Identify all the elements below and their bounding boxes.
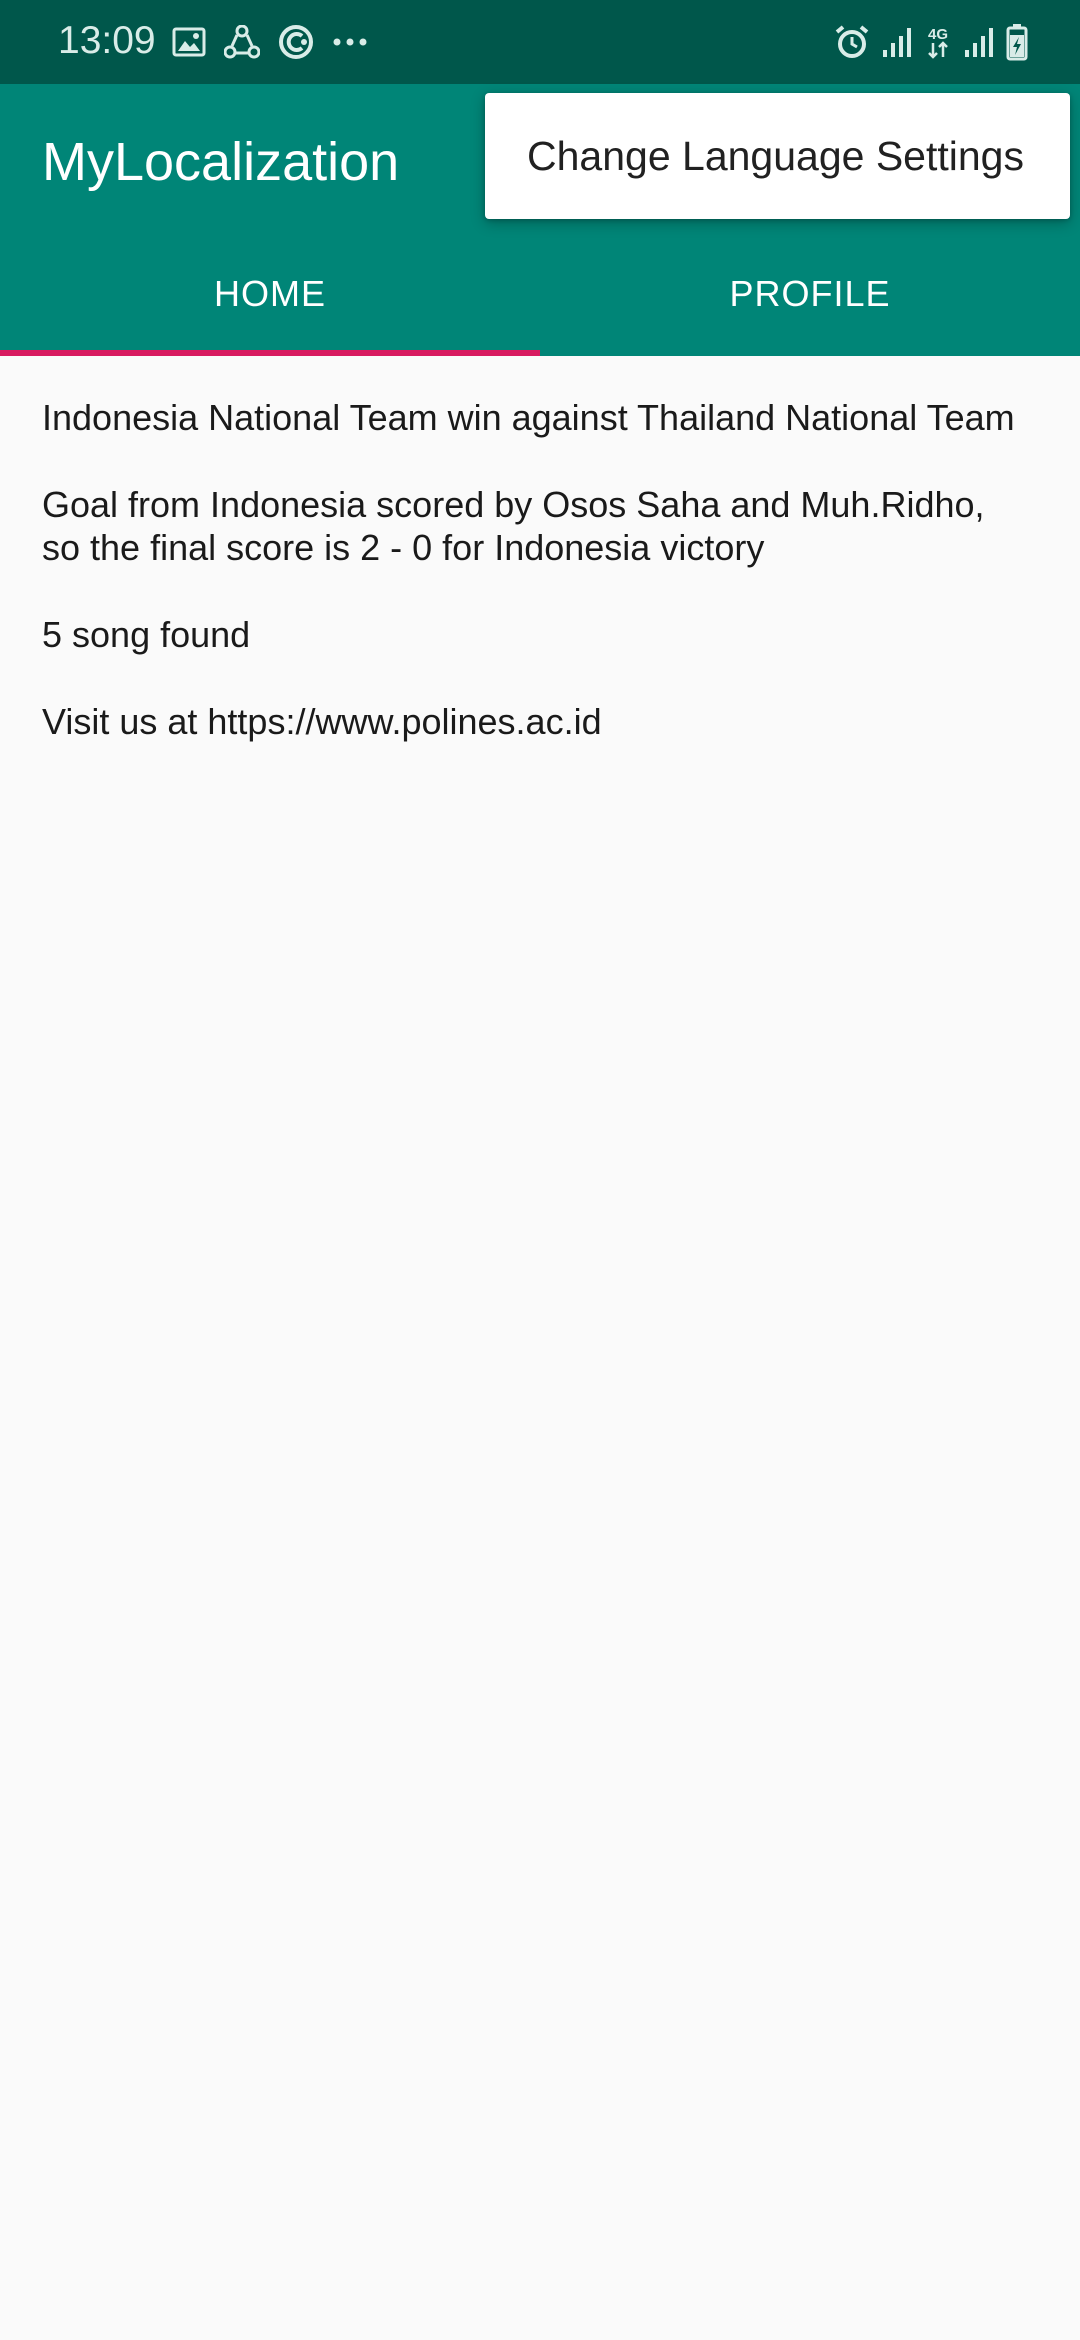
status-icons-left [172, 18, 368, 66]
more-dots-icon [332, 37, 368, 47]
menu-item-change-language-settings[interactable]: Change Language Settings [485, 93, 1070, 219]
status-bar: 13:09 4G [0, 0, 1080, 84]
sync-icon [278, 24, 314, 60]
tab-home[interactable]: HOME [0, 232, 540, 356]
image-icon [172, 27, 206, 57]
tab-home-label: HOME [214, 273, 326, 314]
status-icons-right: 4G [834, 18, 1028, 66]
alarm-icon [834, 24, 870, 60]
visit-link-text: Visit us at https://www.polines.ac.id [42, 701, 602, 742]
news-body: Goal from Indonesia scored by Osos Saha … [42, 484, 985, 568]
share-icon [224, 25, 260, 59]
news-title: Indonesia National Team win against Thai… [42, 397, 1015, 438]
tab-selected-indicator [0, 350, 540, 356]
svg-text:4G: 4G [928, 26, 948, 43]
tab-profile[interactable]: PROFILE [540, 232, 1080, 356]
network-4g-icon: 4G [924, 24, 952, 60]
app-title: MyLocalization [42, 132, 400, 192]
overflow-menu-popup: Change Language Settings [485, 93, 1070, 219]
signal-icon [964, 26, 994, 58]
home-content: Indonesia National Team win against Thai… [42, 396, 1022, 787]
tab-profile-label: PROFILE [729, 273, 891, 314]
status-time: 13:09 [58, 19, 156, 62]
battery-charging-icon [1006, 23, 1028, 61]
signal-icon [882, 26, 912, 58]
song-count-text: 5 song found [42, 614, 251, 655]
tab-bar: HOME PROFILE [0, 232, 1080, 356]
